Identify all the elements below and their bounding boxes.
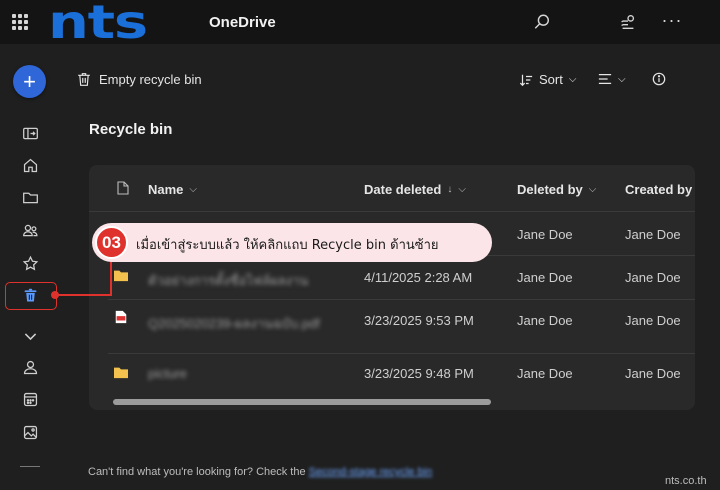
- people-icon[interactable]: [20, 357, 40, 377]
- deleted-by: Jane Doe: [517, 270, 573, 285]
- callout-dot: [51, 291, 59, 299]
- info-icon[interactable]: [652, 72, 666, 91]
- table-row[interactable]: picture 3/23/2025 9:48 PM Jane Doe Jane …: [108, 354, 695, 398]
- chevron-down-icon: ⌵: [458, 184, 466, 195]
- empty-recycle-bin-button[interactable]: Empty recycle bin: [77, 72, 202, 87]
- chevron-down-icon[interactable]: [20, 326, 40, 346]
- sort-icon: [519, 74, 533, 86]
- chevron-down-icon: ⌵: [588, 184, 597, 195]
- search-icon[interactable]: [530, 10, 554, 34]
- pdf-icon: [115, 310, 127, 324]
- created-by: Jane Doe: [625, 313, 681, 328]
- date-deleted: 3/23/2025 9:48 PM: [364, 366, 474, 381]
- deleted-by: Jane Doe: [517, 227, 573, 242]
- home-icon[interactable]: [20, 155, 40, 175]
- folder-icon: [114, 367, 128, 379]
- callout-text: เมื่อเข้าสู่ระบบแล้ว ให้คลิกแถบ Recycle …: [136, 238, 439, 253]
- sort-label: Sort: [539, 72, 563, 87]
- premium-icon[interactable]: [616, 10, 640, 34]
- column-created-by[interactable]: Created by: [625, 182, 692, 197]
- callout-connector: [110, 258, 112, 296]
- file-name[interactable]: ตัวอย่างการตั้งชื่อไฟล์ผลงาน: [148, 270, 308, 291]
- column-deleted-by[interactable]: Deleted by ⌵: [517, 182, 596, 197]
- deleted-by: Jane Doe: [517, 313, 573, 328]
- left-rail: +: [0, 44, 60, 490]
- created-by: Jane Doe: [625, 366, 681, 381]
- empty-recycle-bin-label: Empty recycle bin: [99, 72, 202, 87]
- chevron-down-icon: ⌵: [618, 73, 626, 85]
- created-by: Jane Doe: [625, 227, 681, 242]
- table-row[interactable]: ตัวอย่างการตั้งชื่อไฟล์ผลงาน 4/11/2025 2…: [108, 256, 695, 300]
- nts-logo: nts: [48, 0, 148, 49]
- sort-arrow-icon: ↓: [447, 184, 453, 195]
- top-bar: nts OneDrive ···: [0, 0, 720, 49]
- column-name[interactable]: Name ⌵: [148, 182, 197, 197]
- rail-divider: [20, 466, 40, 467]
- footer-text: Can't find what you're looking for? Chec…: [88, 466, 306, 478]
- folder-icon[interactable]: [20, 187, 40, 207]
- file-name[interactable]: Q2025020239-ผลงานฉบับ.pdf: [148, 313, 320, 334]
- star-icon[interactable]: [20, 253, 40, 273]
- view-options-button[interactable]: ⌵: [598, 72, 626, 86]
- horizontal-scrollbar[interactable]: [113, 399, 491, 405]
- shared-icon[interactable]: [20, 220, 40, 240]
- page-title: Recycle bin: [89, 121, 173, 138]
- table-row[interactable]: Q2025020239-ผลงานฉบับ.pdf 3/23/2025 9:53…: [108, 300, 695, 354]
- file-type-icon[interactable]: [117, 181, 129, 195]
- callout-connector: [55, 294, 112, 296]
- watermark: nts.co.th: [665, 475, 707, 487]
- date-deleted: 4/11/2025 2:28 AM: [364, 270, 473, 285]
- folder-icon: [114, 270, 128, 282]
- photos-icon[interactable]: [20, 422, 40, 442]
- column-date-deleted[interactable]: Date deleted ↓ ⌵: [364, 182, 466, 197]
- tutorial-callout: 03 เมื่อเข้าสู่ระบบแล้ว ให้คลิกแถบ Recyc…: [92, 223, 492, 262]
- app-name[interactable]: OneDrive: [209, 14, 276, 31]
- recycle-bin-icon[interactable]: [20, 285, 40, 305]
- recycle-bin-table: Name ⌵ Date deleted ↓ ⌵ Deleted by ⌵ Creat…: [89, 165, 695, 410]
- expand-icon[interactable]: [20, 123, 40, 143]
- chevron-down-icon: ⌵: [568, 74, 577, 85]
- created-by: Jane Doe: [625, 270, 681, 285]
- calendar-icon[interactable]: [20, 389, 40, 409]
- step-badge: 03: [95, 226, 128, 259]
- more-icon[interactable]: ···: [660, 8, 684, 32]
- list-view-icon: [598, 74, 612, 84]
- deleted-by: Jane Doe: [517, 366, 573, 381]
- waffle-icon[interactable]: [12, 14, 28, 30]
- chevron-down-icon: ⌵: [189, 184, 198, 195]
- date-deleted: 3/23/2025 9:53 PM: [364, 313, 474, 328]
- second-stage-recycle-bin-link[interactable]: Second-stage recycle bin: [309, 466, 433, 478]
- footer-hint: Can't find what you're looking for? Chec…: [88, 466, 432, 478]
- file-name[interactable]: picture: [148, 366, 187, 381]
- add-icon[interactable]: +: [13, 65, 46, 98]
- table-header: Name ⌵ Date deleted ↓ ⌵ Deleted by ⌵ Creat…: [89, 165, 695, 212]
- trash-icon: [78, 73, 90, 86]
- sort-button[interactable]: Sort ⌵: [519, 72, 576, 87]
